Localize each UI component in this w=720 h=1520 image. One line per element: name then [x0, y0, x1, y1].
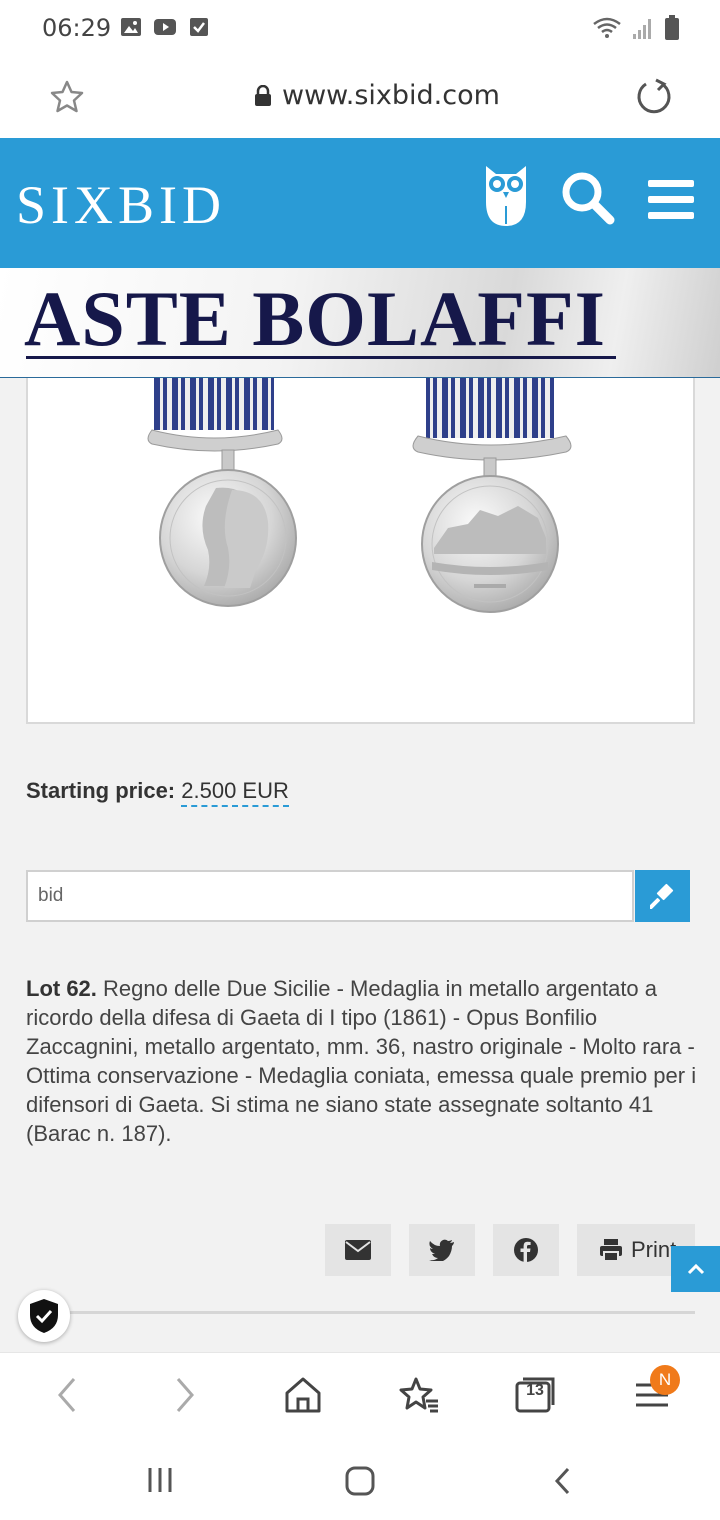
print-label: Print	[631, 1237, 677, 1262]
lot-number: Lot 62.	[26, 976, 97, 1001]
address-field[interactable]: www.sixbid.com	[254, 80, 500, 111]
back-arrow-icon[interactable]	[54, 1375, 80, 1415]
battery-icon	[665, 15, 679, 40]
email-share-button[interactable]	[325, 1224, 391, 1276]
lot-description: Lot 62. Regno delle Due Sicilie - Medagl…	[26, 974, 700, 1148]
site-header: SIXBID	[0, 138, 720, 268]
back-to-top-button[interactable]	[671, 1246, 720, 1292]
recent-apps-icon[interactable]	[146, 1466, 174, 1494]
tab-count: 13	[526, 1382, 544, 1399]
notification-badge: N	[650, 1365, 680, 1395]
printer-icon	[600, 1239, 622, 1262]
reload-icon[interactable]	[634, 76, 674, 116]
starting-price-value[interactable]: 2.500 EUR	[181, 778, 289, 807]
system-status-icons	[592, 15, 680, 41]
browser-url-bar: www.sixbid.com	[0, 56, 720, 138]
shield-check-icon	[30, 1299, 58, 1333]
bookmarks-icon[interactable]	[398, 1375, 440, 1415]
status-time: 06:29	[42, 14, 112, 42]
bookmark-star-icon[interactable]	[48, 78, 86, 116]
hamburger-menu-icon[interactable]	[646, 178, 696, 222]
bid-row	[26, 870, 690, 922]
auction-house-name: ASTE BOLAFFI	[24, 275, 606, 362]
lock-icon	[255, 84, 271, 106]
image-icon	[121, 18, 141, 36]
envelope-icon	[345, 1240, 371, 1260]
chevron-up-icon	[687, 1263, 704, 1275]
bid-input[interactable]	[26, 870, 634, 922]
banner-underline	[26, 356, 616, 359]
content-divider	[70, 1311, 695, 1314]
check-box-icon	[190, 18, 208, 36]
facebook-share-button[interactable]	[493, 1224, 559, 1276]
auction-house-banner: ASTE BOLAFFI	[0, 268, 720, 378]
wifi-icon	[593, 17, 621, 38]
signal-icon	[633, 19, 651, 39]
home-button-icon[interactable]	[345, 1466, 375, 1496]
starting-price: Starting price: 2.500 EUR	[26, 778, 289, 807]
youtube-icon	[154, 19, 176, 35]
url-text: www.sixbid.com	[282, 80, 500, 111]
owl-icon[interactable]	[482, 162, 530, 228]
system-navigation-bar	[0, 1438, 720, 1520]
system-back-icon[interactable]	[552, 1466, 572, 1496]
sixbid-logo[interactable]: SIXBID	[16, 174, 226, 236]
security-shield-button[interactable]	[18, 1290, 70, 1342]
lot-image[interactable]	[26, 378, 695, 724]
facebook-icon	[514, 1238, 538, 1262]
forward-arrow-icon[interactable]	[172, 1375, 198, 1415]
lot-description-text: Regno delle Due Sicilie - Medaglia in me…	[26, 976, 697, 1146]
place-bid-button[interactable]	[635, 870, 690, 922]
home-icon[interactable]	[283, 1375, 323, 1415]
starting-price-label: Starting price:	[26, 778, 176, 803]
twitter-icon	[429, 1239, 454, 1261]
medals-image	[147, 378, 572, 613]
status-bar: 06:29	[0, 0, 720, 56]
browser-toolbar: 13 N	[0, 1352, 720, 1438]
gavel-icon	[649, 883, 673, 909]
search-icon[interactable]	[558, 168, 616, 226]
notification-icons	[120, 16, 210, 38]
twitter-share-button[interactable]	[409, 1224, 475, 1276]
